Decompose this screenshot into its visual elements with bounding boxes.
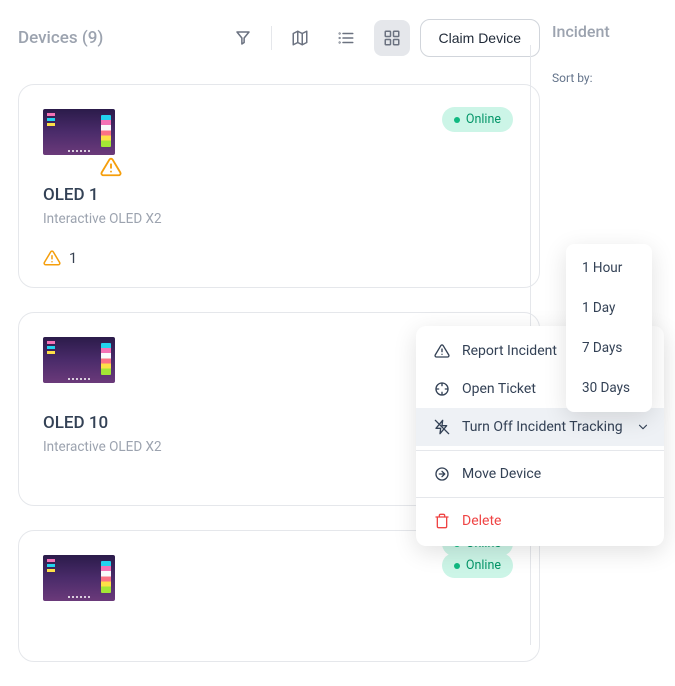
ctx-label: Move Device <box>462 466 541 482</box>
grid-view-button[interactable] <box>374 20 410 56</box>
device-card[interactable]: Online <box>18 530 540 662</box>
move-icon <box>434 466 450 482</box>
device-thumbnail <box>43 337 115 383</box>
status-label: Online <box>466 558 501 573</box>
toolbar-separator <box>271 26 272 50</box>
ctx-label: Open Ticket <box>462 381 536 397</box>
chevron-down-icon <box>636 420 650 434</box>
ctx-label: Report Incident <box>462 343 557 359</box>
device-thumbnail <box>43 555 115 601</box>
map-icon <box>291 29 309 47</box>
incidents-heading: Incident <box>552 22 675 41</box>
filter-icon <box>234 29 252 47</box>
alert-triangle-icon <box>100 156 122 178</box>
trash-icon <box>434 513 450 529</box>
page-title: Devices (9) <box>18 28 103 48</box>
ctx-move-device[interactable]: Move Device <box>416 455 664 493</box>
incident-count: 1 <box>69 250 77 267</box>
incident-count-row[interactable]: 1 <box>43 249 515 267</box>
duration-option-1hour[interactable]: 1 Hour <box>566 248 652 288</box>
devices-toolbar: Devices (9) <box>18 18 540 58</box>
duration-option-1day[interactable]: 1 Day <box>566 288 652 328</box>
ctx-label: Turn Off Incident Tracking <box>462 419 623 435</box>
ctx-divider <box>416 497 664 498</box>
status-label: Online <box>466 112 501 127</box>
device-model: Interactive OLED X2 <box>43 211 515 227</box>
duration-option-30days[interactable]: 30 Days <box>566 368 652 408</box>
device-card[interactable]: Online OLED 1 Interactive OLED X2 1 <box>18 84 540 288</box>
status-dot <box>454 563 460 569</box>
map-view-button[interactable] <box>282 20 318 56</box>
duration-submenu: 1 Hour 1 Day 7 Days 30 Days <box>566 244 652 412</box>
status-badge: Online <box>442 553 513 578</box>
list-icon <box>337 29 355 47</box>
grid-icon <box>383 29 401 47</box>
ctx-label: Delete <box>462 513 501 529</box>
sort-by-label[interactable]: Sort by: <box>552 71 675 85</box>
side-alert-icon[interactable] <box>100 156 122 178</box>
device-name: OLED 1 <box>43 185 515 205</box>
ctx-divider <box>416 450 664 451</box>
alert-triangle-icon <box>43 249 61 267</box>
ctx-turn-off-tracking[interactable]: Turn Off Incident Tracking <box>416 408 664 446</box>
zap-off-icon <box>434 419 450 435</box>
device-thumbnail <box>43 109 115 155</box>
status-badge: Online <box>442 107 513 132</box>
alert-triangle-icon <box>434 343 450 359</box>
list-view-button[interactable] <box>328 20 364 56</box>
ctx-delete[interactable]: Delete <box>416 502 664 540</box>
claim-device-button[interactable]: Claim Device <box>420 19 540 57</box>
filter-button[interactable] <box>225 20 261 56</box>
duration-option-7days[interactable]: 7 Days <box>566 328 652 368</box>
status-dot <box>454 117 460 123</box>
crosshair-icon <box>434 381 450 397</box>
